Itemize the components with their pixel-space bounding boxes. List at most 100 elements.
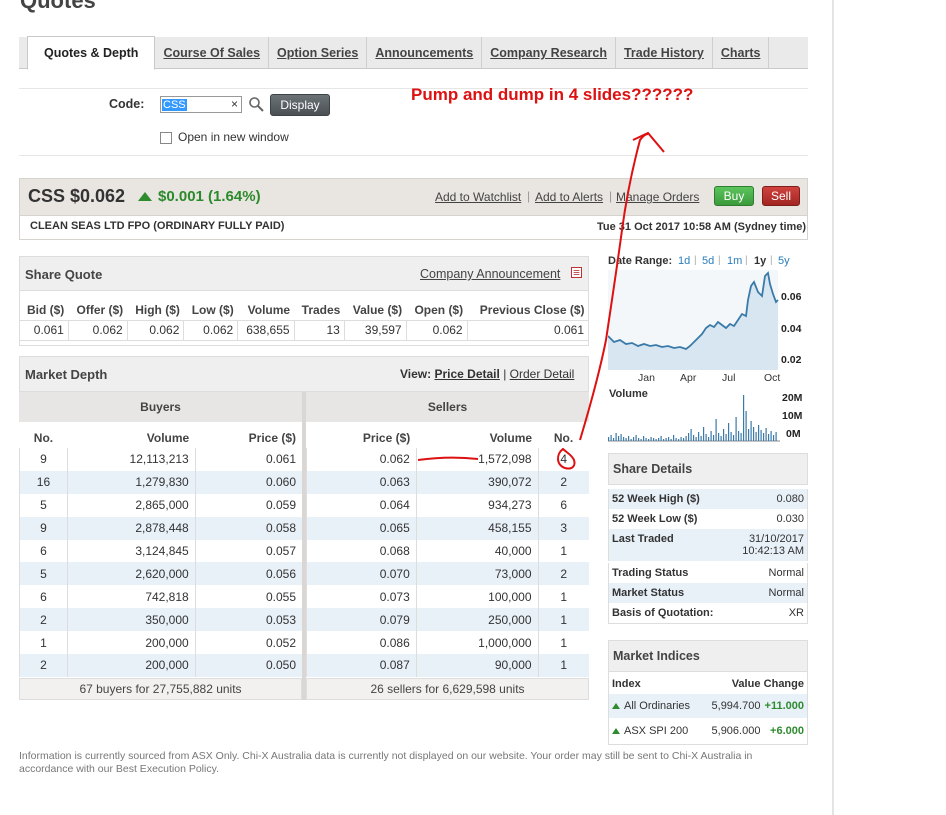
tab-announcements[interactable]: Announcements — [367, 37, 483, 69]
index-name-cell: ASX SPI 200 — [612, 725, 707, 737]
volume-bar — [633, 437, 635, 441]
volume-bar — [643, 436, 645, 441]
cell: 13 — [293, 319, 345, 341]
col-header: Low ($) — [191, 302, 234, 317]
detail-row: Market Status Normal — [608, 583, 808, 603]
sellers-table: Price ($) Volume No. 0.062 1,572,098 4 0.06… — [306, 422, 589, 677]
cell: 0.059 — [194, 493, 302, 517]
cell: 2,865,000 — [66, 493, 196, 517]
cell: 1 — [537, 539, 589, 563]
tab-trade-history[interactable]: Trade History — [616, 37, 713, 69]
volume-bar — [743, 395, 745, 441]
cell: 1 — [537, 585, 589, 609]
new-window-checkbox[interactable] — [160, 132, 172, 144]
cell: 0.068 — [306, 539, 417, 563]
volume-bar — [628, 436, 630, 441]
cell: 0.052 — [194, 631, 302, 655]
buy-button[interactable]: Buy — [714, 186, 754, 206]
sellers-header: Sellers — [306, 392, 589, 422]
link-separator: | — [527, 189, 531, 203]
col-header: High ($) — [135, 302, 180, 317]
index-row: All Ordinaries 5,994.700 +11.000 — [608, 694, 808, 718]
table-row: 0.064 934,273 6 — [306, 493, 589, 517]
index-name[interactable]: All Ordinaries — [624, 700, 690, 712]
symbol-price: CSS $0.062 — [28, 186, 126, 206]
tab-option-series[interactable]: Option Series — [269, 37, 368, 69]
range-5y[interactable]: 5y — [778, 255, 790, 267]
range-1y[interactable]: 1y — [754, 255, 766, 267]
search-icon[interactable] — [248, 96, 264, 112]
price-chart — [608, 270, 779, 370]
add-to-alerts-link[interactable]: Add to Alerts — [535, 190, 603, 204]
detail-key: Market Status — [612, 587, 685, 599]
detail-key: Trading Status — [612, 567, 689, 579]
display-button[interactable]: Display — [270, 94, 330, 116]
volume-bar — [758, 425, 760, 441]
volume-tick: 0M — [786, 428, 801, 440]
cell: 0.062 — [126, 319, 185, 341]
price-detail-link[interactable]: Price Detail — [434, 367, 499, 381]
annotation-arrow-head — [632, 131, 665, 153]
volume-bar — [770, 431, 772, 441]
tab-quotes-depth[interactable]: Quotes & Depth — [27, 36, 156, 70]
add-to-watchlist-link[interactable]: Add to Watchlist — [435, 190, 521, 204]
col-header: Trades — [301, 302, 341, 317]
cell: 742,818 — [66, 585, 196, 609]
volume-bar — [675, 438, 677, 441]
volume-bar — [725, 434, 727, 441]
range-5d[interactable]: 5d — [702, 255, 714, 267]
code-input[interactable]: CSS × — [160, 96, 242, 113]
cell: 0.073 — [306, 585, 417, 609]
cell: 934,273 — [415, 493, 539, 517]
page-title: Quotes — [20, 0, 96, 13]
table-row: 9 2,878,448 0.058 — [19, 516, 302, 540]
share-quote-table: Bid ($) Offer ($) High ($) Low ($) Volum… — [19, 300, 590, 341]
announcement-icon[interactable] — [571, 267, 582, 278]
volume-bar — [678, 439, 680, 441]
volume-bar — [693, 435, 695, 441]
volume-bar — [665, 438, 667, 441]
detail-key: 52 Week High ($) — [612, 493, 700, 505]
tab-charts[interactable]: Charts — [713, 37, 770, 69]
detail-row: Basis of Quotation: XR — [608, 603, 808, 624]
cell: 0.055 — [194, 585, 302, 609]
detail-row: Last Traded 31/10/2017 10:42:13 AM — [608, 529, 808, 561]
company-announcement-link[interactable]: Company Announcement — [420, 267, 560, 281]
table-row: 9 12,113,213 0.061 — [19, 448, 302, 471]
cell: 0.050 — [194, 654, 302, 677]
volume-bar — [660, 436, 662, 441]
volume-bar — [625, 438, 627, 441]
range-1m[interactable]: 1m — [727, 255, 742, 267]
detail-value: XR — [788, 607, 804, 619]
volume-bar — [670, 439, 672, 441]
volume-bar — [745, 411, 747, 441]
detail-row: 52 Week Low ($) 0.030 — [608, 509, 808, 529]
detail-key: Last Traded — [612, 533, 674, 545]
cell: 16 — [19, 470, 68, 494]
detail-value: 0.030 — [776, 513, 804, 525]
cell: 0.063 — [306, 470, 417, 494]
table-row: 0.079 250,000 1 — [306, 608, 589, 632]
range-1d[interactable]: 1d — [678, 255, 690, 267]
table-row: 5 2,620,000 0.056 — [19, 562, 302, 586]
detail-key: 52 Week Low ($) — [612, 513, 698, 525]
volume-bar — [610, 435, 612, 441]
cell: 200,000 — [66, 654, 196, 677]
index-name[interactable]: ASX SPI 200 — [624, 725, 688, 737]
order-detail-link[interactable]: Order Detail — [510, 367, 575, 381]
cell: 0.062 — [67, 319, 128, 341]
volume-bar — [715, 419, 717, 441]
sell-button[interactable]: Sell — [762, 186, 800, 206]
volume-bar — [713, 435, 715, 441]
detail-value: 0.080 — [776, 493, 804, 505]
index-change: +11.000 — [764, 700, 804, 712]
footer-disclaimer: Information is currently sourced from AS… — [19, 750, 753, 775]
cell: 2 — [537, 470, 589, 494]
tab-course-of-sales[interactable]: Course Of Sales — [155, 37, 270, 69]
tab-company-research[interactable]: Company Research — [482, 37, 616, 69]
cell: 0.079 — [306, 608, 417, 632]
table-row: 2 200,000 0.050 — [19, 654, 302, 677]
up-arrow-icon — [612, 728, 620, 734]
manage-orders-link[interactable]: Manage Orders — [616, 190, 699, 204]
clear-icon[interactable]: × — [231, 97, 238, 111]
